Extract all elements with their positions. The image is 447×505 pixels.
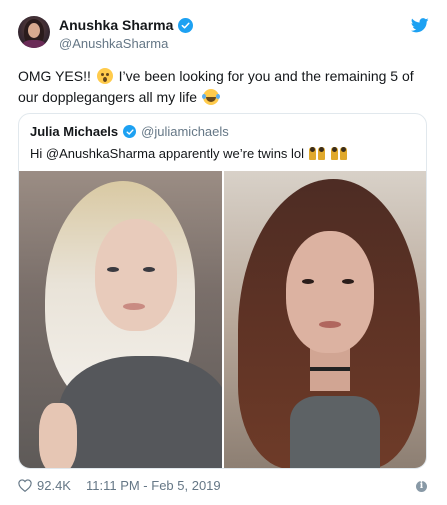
tweet-footer: 92.4K 11:11 PM - Feb 5, 2019 [18,478,221,493]
twitter-bird-icon[interactable] [411,18,429,33]
author-avatar[interactable] [18,16,50,48]
quoted-tweet[interactable]: Julia Michaels @juliamichaels Hi @Anushk… [18,113,427,469]
quoted-tweet-photos [19,171,426,468]
tweet-card: Anushka Sharma @AnushkaSharma OMG YES!! … [0,0,447,505]
verified-badge-icon [178,17,194,33]
quoted-tweet-text-body: Hi @AnushkaSharma apparently we’re twins… [30,146,305,161]
dancers-emoji-icon [330,146,348,161]
quoted-author-name[interactable]: Julia Michaels [30,124,118,139]
photo-anushka-sharma[interactable] [223,171,426,468]
tweet-timestamp[interactable]: 11:11 PM - Feb 5, 2019 [86,478,221,493]
info-icon[interactable]: i [416,481,427,492]
quoted-author-handle[interactable]: @juliamichaels [141,124,229,139]
tweet-text: OMG YES!! I’ve been looking for you and … [18,66,428,108]
face-with-tears-of-joy-emoji-icon [201,89,220,105]
author-handle[interactable]: @AnushkaSharma [59,36,168,51]
dancers-emoji-icon [308,146,326,161]
like-count[interactable]: 92.4K [37,478,71,493]
photo-julia-michaels[interactable] [19,171,222,468]
tweet-text-part1: OMG YES!! [18,68,91,84]
quoted-tweet-text: Hi @AnushkaSharma apparently we’re twins… [30,146,348,161]
author-name-row[interactable]: Anushka Sharma [59,17,194,33]
verified-badge-icon [123,125,137,138]
heart-icon[interactable] [18,479,32,492]
quoted-tweet-header[interactable]: Julia Michaels @juliamichaels [30,124,229,139]
author-name[interactable]: Anushka Sharma [59,17,173,33]
astonished-face-emoji-icon [96,68,113,84]
